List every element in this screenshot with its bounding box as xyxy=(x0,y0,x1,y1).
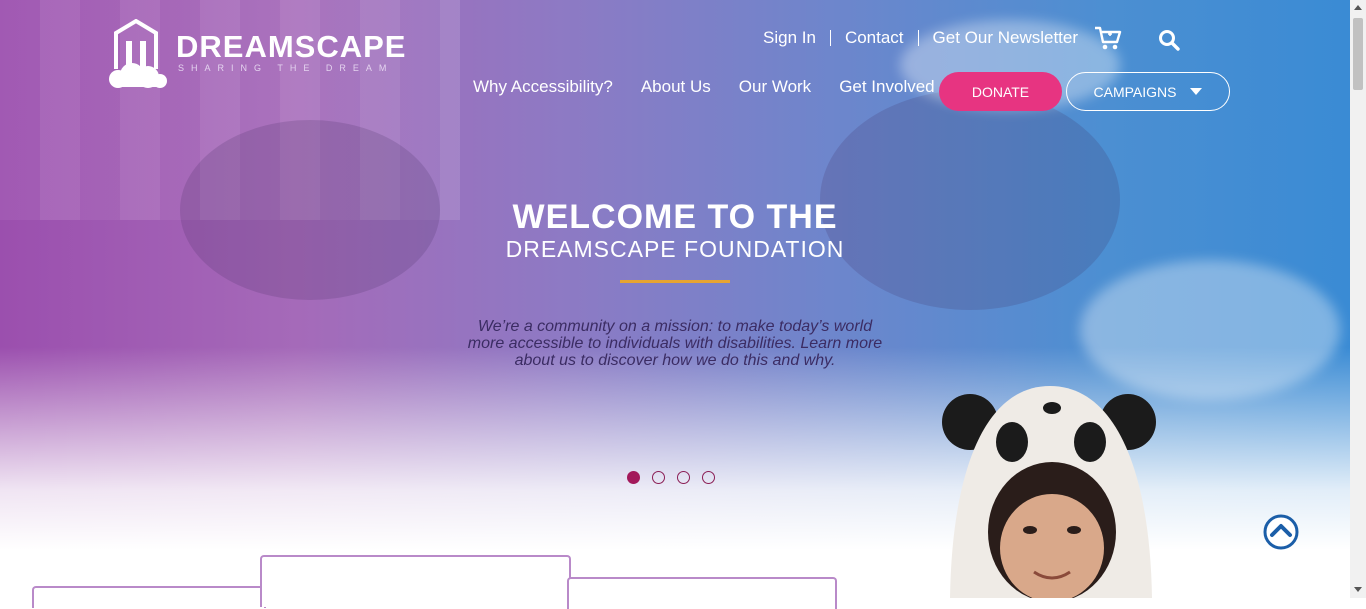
nav-why-accessibility[interactable]: Why Accessibility? xyxy=(473,77,613,97)
slider-dot-1[interactable] xyxy=(627,471,640,484)
contact-link[interactable]: Contact xyxy=(845,28,904,48)
scroll-up-arrow-icon[interactable] xyxy=(1354,5,1362,10)
feature-card[interactable] xyxy=(567,577,837,609)
main-nav: Why Accessibility? About Us Our Work Get… xyxy=(473,77,935,97)
donate-button[interactable]: DONATE xyxy=(939,72,1062,111)
sign-in-link[interactable]: Sign In xyxy=(763,28,816,48)
cart-icon[interactable] xyxy=(1094,25,1122,51)
slider-dot-3[interactable] xyxy=(677,471,690,484)
nav-our-work[interactable]: Our Work xyxy=(739,77,811,97)
campaigns-dropdown[interactable]: CAMPAIGNS xyxy=(1066,72,1230,111)
logo-name: DREAMSCAPE xyxy=(176,29,407,64)
scroll-to-top-icon[interactable] xyxy=(1263,514,1299,550)
search-icon[interactable] xyxy=(1158,29,1180,51)
page-scrollbar[interactable] xyxy=(1350,0,1366,598)
hero-background-cloud xyxy=(1080,260,1340,400)
nav-about-us[interactable]: About Us xyxy=(641,77,711,97)
slider-dot-2[interactable] xyxy=(652,471,665,484)
hero-divider xyxy=(620,280,730,283)
nav-separator xyxy=(829,30,831,46)
scrollbar-thumb[interactable] xyxy=(1353,18,1363,90)
hero-title-line2: DREAMSCAPE FOUNDATION xyxy=(505,236,845,262)
slider-dots xyxy=(627,471,715,484)
logo-tagline: SHARING THE DREAM xyxy=(178,63,394,73)
scroll-down-arrow-icon[interactable] xyxy=(1354,587,1362,592)
donate-button-label: DONATE xyxy=(971,83,1030,100)
hero-heading: WELCOME TO THE DREAMSCAPE FOUNDATION xyxy=(0,198,1350,262)
panda-hood-child-photo xyxy=(942,386,1156,598)
feature-card[interactable] xyxy=(32,586,266,608)
campaigns-label: CAMPAIGNS xyxy=(1093,83,1177,100)
utility-nav: Sign In Contact Get Our Newsletter xyxy=(763,28,1078,48)
feature-card[interactable] xyxy=(260,555,571,607)
nav-separator xyxy=(917,30,919,46)
logo-icon xyxy=(109,19,167,88)
slider-dot-4[interactable] xyxy=(702,471,715,484)
nav-get-involved[interactable]: Get Involved xyxy=(839,77,934,97)
hero-title-line1: WELCOME TO THE xyxy=(512,198,838,236)
newsletter-link[interactable]: Get Our Newsletter xyxy=(933,28,1079,48)
caret-down-icon xyxy=(1190,88,1203,95)
hero-description: We’re a community on a mission: to make … xyxy=(467,318,883,369)
site-logo[interactable]: DREAMSCAPE SHARING THE DREAM xyxy=(108,19,408,95)
